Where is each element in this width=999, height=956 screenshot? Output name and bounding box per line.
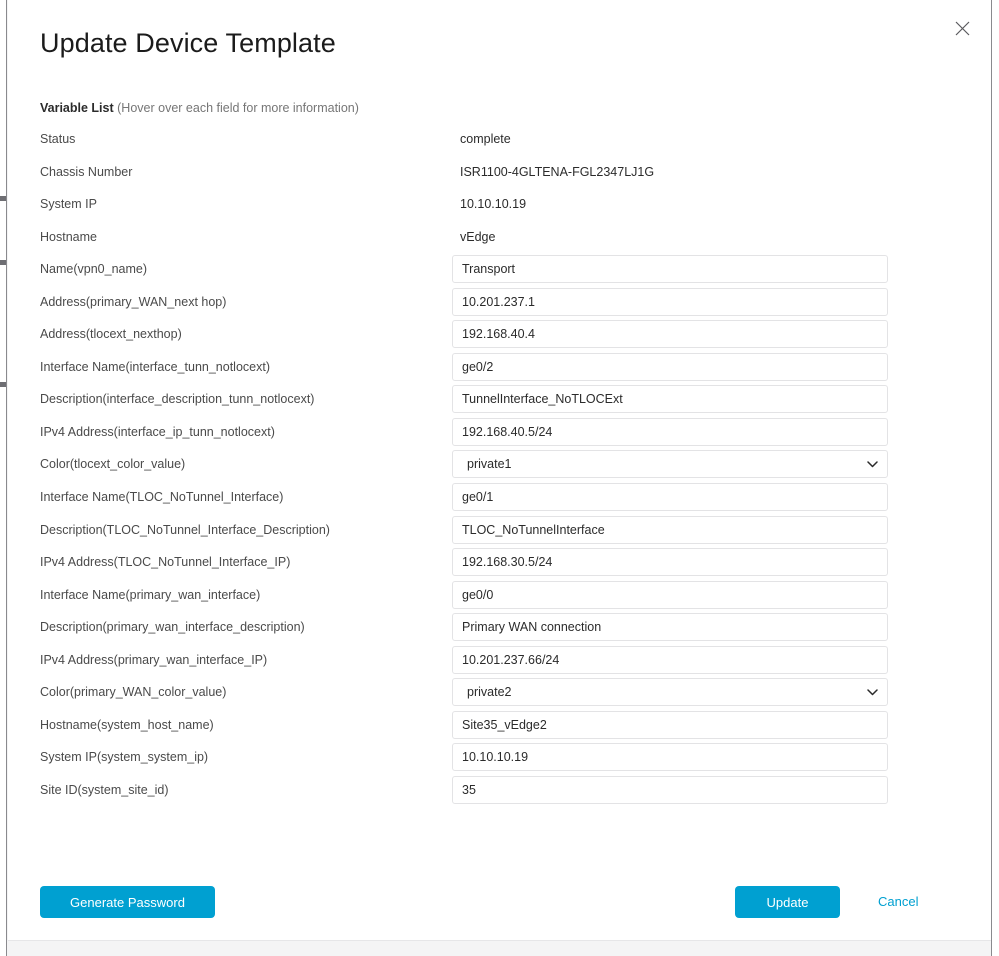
row-label-address-primary-wan-next-hop: Address(primary_WAN_next hop) [40,294,227,309]
input-ipv4-address-primary-wan-interface-ip[interactable] [452,645,888,674]
row-label-hostname-system-host-name: Hostname(system_host_name) [40,717,214,732]
row-label-ipv4-address-tloc-notunnel-interface-ip: IPv4 Address(TLOC_NoTunnel_Interface_IP) [40,555,291,570]
variable-row-static: Status complete [8,125,991,158]
background-page-tick [0,196,6,201]
chevron-down-icon[interactable] [866,458,878,470]
variable-list-title: Variable List [40,101,114,115]
close-icon[interactable] [948,14,976,42]
cancel-button[interactable]: Cancel [878,886,918,918]
background-page-tick [0,260,6,265]
variable-row: Interface Name(TLOC_NoTunnel_Interface) [8,483,991,516]
row-label-description-primary-wan-interface-description: Description(primary_wan_interface_descri… [40,620,305,635]
variable-list-hint: (Hover over each field for more informat… [117,101,359,115]
variable-row: System IP(system_system_ip) [8,743,991,776]
page-title: Update Device Template [40,28,336,58]
input-description-interface-description-tunn-notlocext[interactable] [452,385,888,414]
input-address-tlocext-nexthop[interactable] [452,320,888,349]
row-label-description-tloc-notunnel-interface-description: Description(TLOC_NoTunnel_Interface_Desc… [40,522,330,537]
input-ipv4-address-tloc-notunnel-interface-ip[interactable] [452,548,888,577]
row-label-interface-name-tloc-notunnel-interface: Interface Name(TLOC_NoTunnel_Interface) [40,490,284,505]
variable-row: Description(interface_description_tunn_n… [8,385,991,418]
update-button[interactable]: Update [735,886,840,918]
background-page-tick [0,382,6,387]
row-label-color-tlocext-color-value: Color(tlocext_color_value) [40,457,186,472]
background-page-left-edge [0,0,7,956]
input-interface-name-tloc-notunnel-interface[interactable] [452,483,888,512]
variable-row: Hostname(system_host_name) [8,710,991,744]
variable-row: IPv4 Address(primary_wan_interface_IP) [8,645,991,679]
input-hostname-system-host-name[interactable] [452,710,888,739]
generate-password-button[interactable]: Generate Password [40,886,215,918]
variable-row: Address(primary_WAN_next hop) [8,287,991,321]
row-value-chassis-number: ISR1100-4GLTENA-FGL2347LJ1G [460,164,655,179]
row-label-chassis-number: Chassis Number [40,164,133,179]
input-name-vpn0-name[interactable] [452,255,888,284]
select-color-primary-wan-color-value[interactable]: private2 [452,678,888,707]
row-label-system-ip: System IP [40,197,97,212]
row-label-address-tlocext-nexthop: Address(tlocext_nexthop) [40,327,182,342]
row-value-status: complete [460,132,511,146]
input-interface-name-interface-tunn-notlocext[interactable] [452,352,888,381]
variable-row-static: Chassis Number ISR1100-4GLTENA-FGL2347LJ1… [8,158,991,191]
background-page-right-edge [991,0,999,956]
row-label-status: Status [40,132,76,146]
input-system-ip-system-system-ip[interactable] [452,743,888,772]
row-label-description-interface-description-tunn-notlocext: Description(interface_description_tunn_n… [40,392,315,407]
row-label-system-ip-system-system-ip: System IP(system_system_ip) [40,750,209,765]
variable-row: IPv4 Address(interface_ip_tunn_notlocext… [8,417,991,451]
update-device-template-dialog: Update Device Template Variable List (Ho… [8,0,991,941]
input-address-primary-wan-next-hop[interactable] [452,287,888,316]
variable-row: Name(vpn0_name) [8,255,991,288]
select-color-tlocext-color-value[interactable]: private1 [452,450,888,479]
select-value: private1 [467,457,512,472]
row-value-hostname: vEdge [460,229,496,244]
variable-row-static: System IP 10.10.10.19 [8,190,991,223]
input-ipv4-address-interface-ip-tunn-notlocext[interactable] [452,417,888,446]
input-interface-name-primary-wan-interface[interactable] [452,580,888,609]
row-value-system-ip: 10.10.10.19 [460,197,527,212]
row-label-hostname: Hostname [40,229,97,244]
chevron-down-icon[interactable] [866,686,878,698]
variable-row: Description(primary_wan_interface_descri… [8,613,991,646]
variable-list-heading: Variable List (Hover over each field for… [40,101,359,115]
row-label-ipv4-address-interface-ip-tunn-notlocext: IPv4 Address(interface_ip_tunn_notlocext… [40,424,275,439]
variable-rows: Status complete Chassis Number ISR1100-4GLT… [8,125,991,808]
variable-row-static: Hostname vEdge [8,223,991,256]
select-value: private2 [467,685,512,700]
row-label-interface-name-interface-tunn-notlocext: Interface Name(interface_tunn_notlocext) [40,359,270,374]
variable-row: Description(TLOC_NoTunnel_Interface_Desc… [8,515,991,549]
variable-row: Site ID(system_site_id) [8,775,991,809]
input-site-id-system-site-id[interactable] [452,775,888,804]
row-label-name-vpn0-name: Name(vpn0_name) [40,262,147,277]
row-label-ipv4-address-primary-wan-interface-ip: IPv4 Address(primary_wan_interface_IP) [40,652,268,667]
variable-row: Color(primary_WAN_color_value) private2 [8,678,991,711]
variable-row: Interface Name(interface_tunn_notlocext) [8,352,991,386]
variable-row: Interface Name(primary_wan_interface) [8,580,991,614]
input-description-primary-wan-interface-description[interactable] [452,613,888,642]
row-label-interface-name-primary-wan-interface: Interface Name(primary_wan_interface) [40,587,261,602]
variable-row: Address(tlocext_nexthop) [8,320,991,353]
row-label-color-primary-wan-color-value: Color(primary_WAN_color_value) [40,685,227,700]
input-description-tloc-notunnel-interface-description[interactable] [452,515,888,544]
variable-row: Color(tlocext_color_value) private1 [8,450,991,483]
row-label-site-id-system-site-id: Site ID(system_site_id) [40,782,169,797]
variable-row: IPv4 Address(TLOC_NoTunnel_Interface_IP) [8,548,991,581]
